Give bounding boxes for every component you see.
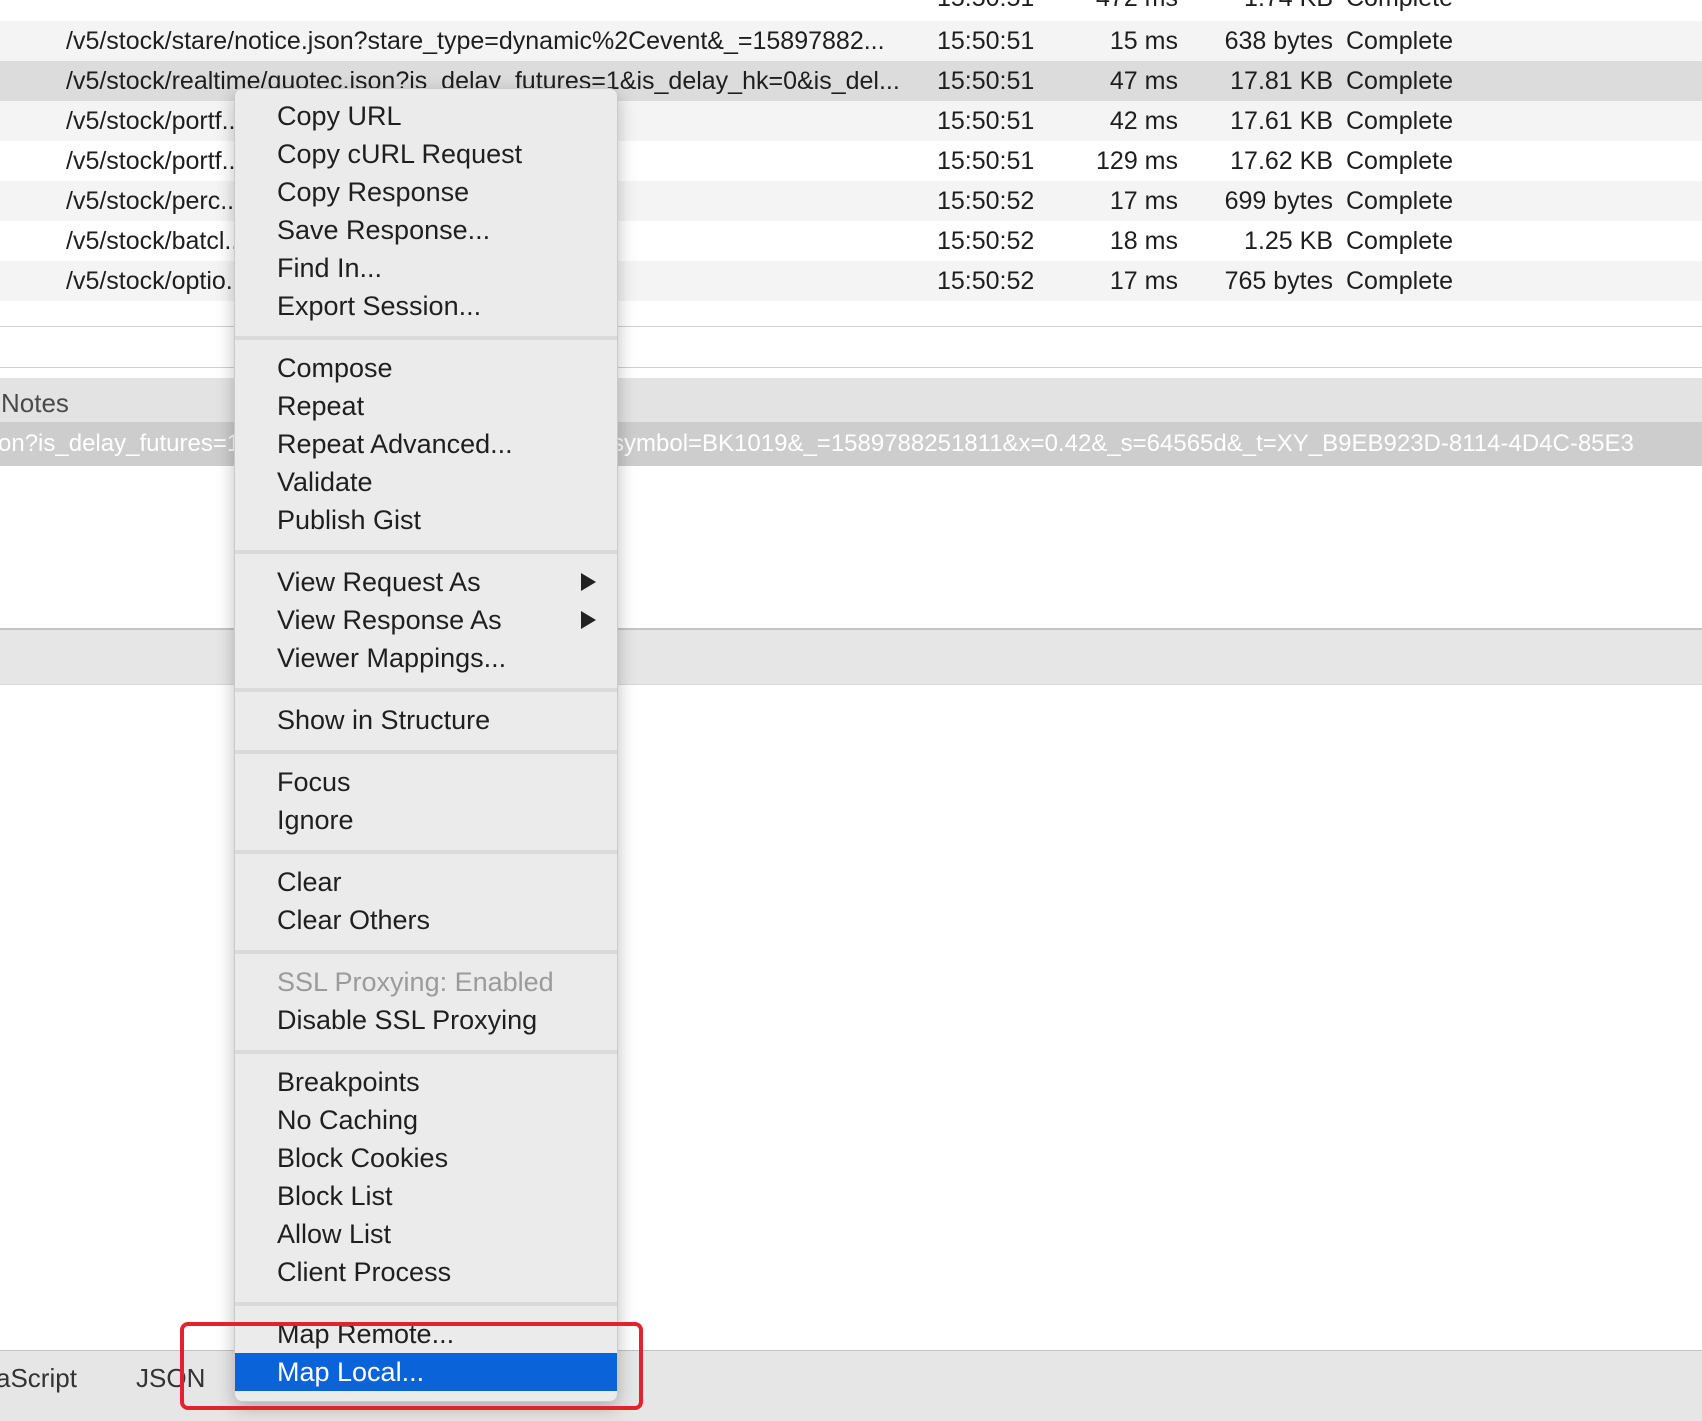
menu-item-label: Export Session... <box>277 291 482 321</box>
menu-item-label: Breakpoints <box>277 1067 420 1097</box>
menu-separator <box>235 1302 617 1306</box>
menu-item-block-cookies[interactable]: Block Cookies <box>235 1139 617 1177</box>
menu-item-label: Validate <box>277 467 373 497</box>
menu-item-breakpoints[interactable]: Breakpoints <box>235 1063 617 1101</box>
row-size: 1.74 KB <box>1180 0 1333 18</box>
table-row[interactable]: 15:50:51 472 ms 1.74 KB Complete <box>0 0 1702 18</box>
menu-item-label: Viewer Mappings... <box>277 643 507 673</box>
menu-item-validate[interactable]: Validate <box>235 463 617 501</box>
menu-item-view-response-as[interactable]: View Response As <box>235 601 617 639</box>
row-status: Complete <box>1346 27 1453 55</box>
menu-item-publish-gist[interactable]: Publish Gist <box>235 501 617 539</box>
menu-item-compose[interactable]: Compose <box>235 349 617 387</box>
context-menu: Copy URL Copy cURL Request Copy Response… <box>234 88 618 1402</box>
menu-item-label: Ignore <box>277 805 354 835</box>
menu-item-label: Allow List <box>277 1219 392 1249</box>
menu-separator <box>235 688 617 692</box>
row-size: 765 bytes <box>1224 267 1333 295</box>
row-status: Complete <box>1346 187 1453 215</box>
menu-separator <box>235 850 617 854</box>
menu-separator <box>235 550 617 554</box>
row-status: Complete <box>1346 227 1453 255</box>
menu-item-repeat-advanced[interactable]: Repeat Advanced... <box>235 425 617 463</box>
row-duration: 42 ms <box>1109 107 1178 135</box>
row-size: 1.25 KB <box>1244 227 1333 255</box>
menu-item-label: Focus <box>277 767 351 797</box>
menu-item-no-caching[interactable]: No Caching <box>235 1101 617 1139</box>
menu-item-label: Copy URL <box>277 101 402 131</box>
menu-separator <box>235 1050 617 1054</box>
menu-separator <box>235 750 617 754</box>
tab-javascript[interactable]: aScript <box>0 1363 77 1394</box>
menu-item-label: Clear <box>277 867 342 897</box>
menu-item-label: Show in Structure <box>277 705 491 735</box>
row-size: 638 bytes <box>1224 27 1333 55</box>
row-duration: 47 ms <box>1109 67 1178 95</box>
row-duration: 15 ms <box>1109 27 1178 55</box>
menu-item-block-list[interactable]: Block List <box>235 1177 617 1215</box>
menu-item-label: Save Response... <box>277 215 491 245</box>
row-size: 17.61 KB <box>1230 107 1333 135</box>
row-status: Complete <box>1346 147 1453 175</box>
menu-item-show-in-structure[interactable]: Show in Structure <box>235 701 617 739</box>
menu-item-ignore[interactable]: Ignore <box>235 801 617 839</box>
request-url-start: on?is_delay_futures=1 <box>0 430 241 457</box>
row-duration: 472 ms <box>998 0 1178 18</box>
menu-item-label: SSL Proxying: Enabled <box>277 967 554 997</box>
menu-item-label: Copy Response <box>277 177 470 207</box>
annotation-highlight-box <box>180 1322 643 1410</box>
request-url-end: symbol=BK1019&_=1589788251811&x=0.42&_s=… <box>612 430 1634 457</box>
menu-separator <box>235 950 617 954</box>
row-duration: 129 ms <box>1096 147 1178 175</box>
menu-item-allow-list[interactable]: Allow List <box>235 1215 617 1253</box>
menu-item-label: Block List <box>277 1181 393 1211</box>
row-status: Complete <box>1346 107 1453 135</box>
menu-item-label: Repeat <box>277 391 365 421</box>
menu-item-disable-ssl-proxying[interactable]: Disable SSL Proxying <box>235 1001 617 1039</box>
menu-item-label: Publish Gist <box>277 505 422 535</box>
menu-item-client-process[interactable]: Client Process <box>235 1253 617 1291</box>
menu-item-find-in[interactable]: Find In... <box>235 249 617 287</box>
menu-item-label: View Response As <box>277 605 502 635</box>
row-size: 17.62 KB <box>1230 147 1333 175</box>
row-url: /v5/stock/stare/notice.json?stare_type=d… <box>66 27 885 55</box>
menu-item-clear[interactable]: Clear <box>235 863 617 901</box>
row-status: Complete <box>1346 267 1453 295</box>
menu-item-export-session[interactable]: Export Session... <box>235 287 617 325</box>
notes-tab[interactable]: Notes <box>1 388 69 419</box>
row-size: 17.81 KB <box>1230 67 1333 95</box>
menu-item-save-response[interactable]: Save Response... <box>235 211 617 249</box>
menu-item-label: Copy cURL Request <box>277 139 523 169</box>
menu-item-label: Client Process <box>277 1257 452 1287</box>
row-status: Complete <box>1346 67 1453 95</box>
row-duration: 18 ms <box>1109 227 1178 255</box>
menu-item-label: Compose <box>277 353 393 383</box>
row-duration: 17 ms <box>1109 267 1178 295</box>
row-duration: 17 ms <box>1109 187 1178 215</box>
menu-item-label: Repeat Advanced... <box>277 429 513 459</box>
menu-item-label: Block Cookies <box>277 1143 449 1173</box>
menu-item-viewer-mappings[interactable]: Viewer Mappings... <box>235 639 617 677</box>
menu-item-label: View Request As <box>277 567 481 597</box>
menu-item-label: No Caching <box>277 1105 419 1135</box>
menu-item-copy-response[interactable]: Copy Response <box>235 173 617 211</box>
menu-item-copy-curl[interactable]: Copy cURL Request <box>235 135 617 173</box>
menu-item-ssl-proxying-status: SSL Proxying: Enabled <box>235 963 617 1001</box>
menu-item-copy-url[interactable]: Copy URL <box>235 97 617 135</box>
submenu-arrow-icon <box>581 611 596 629</box>
submenu-arrow-icon <box>581 573 596 591</box>
row-size: 699 bytes <box>1224 187 1333 215</box>
menu-item-label: Find In... <box>277 253 383 283</box>
menu-item-focus[interactable]: Focus <box>235 763 617 801</box>
row-status: Complete <box>1346 0 1453 18</box>
table-row[interactable]: /v5/stock/stare/notice.json?stare_type=d… <box>0 21 1702 61</box>
menu-item-view-request-as[interactable]: View Request As <box>235 563 617 601</box>
menu-item-label: Clear Others <box>277 905 431 935</box>
menu-item-repeat[interactable]: Repeat <box>235 387 617 425</box>
menu-item-label: Disable SSL Proxying <box>277 1005 538 1035</box>
menu-separator <box>235 336 617 340</box>
menu-item-clear-others[interactable]: Clear Others <box>235 901 617 939</box>
